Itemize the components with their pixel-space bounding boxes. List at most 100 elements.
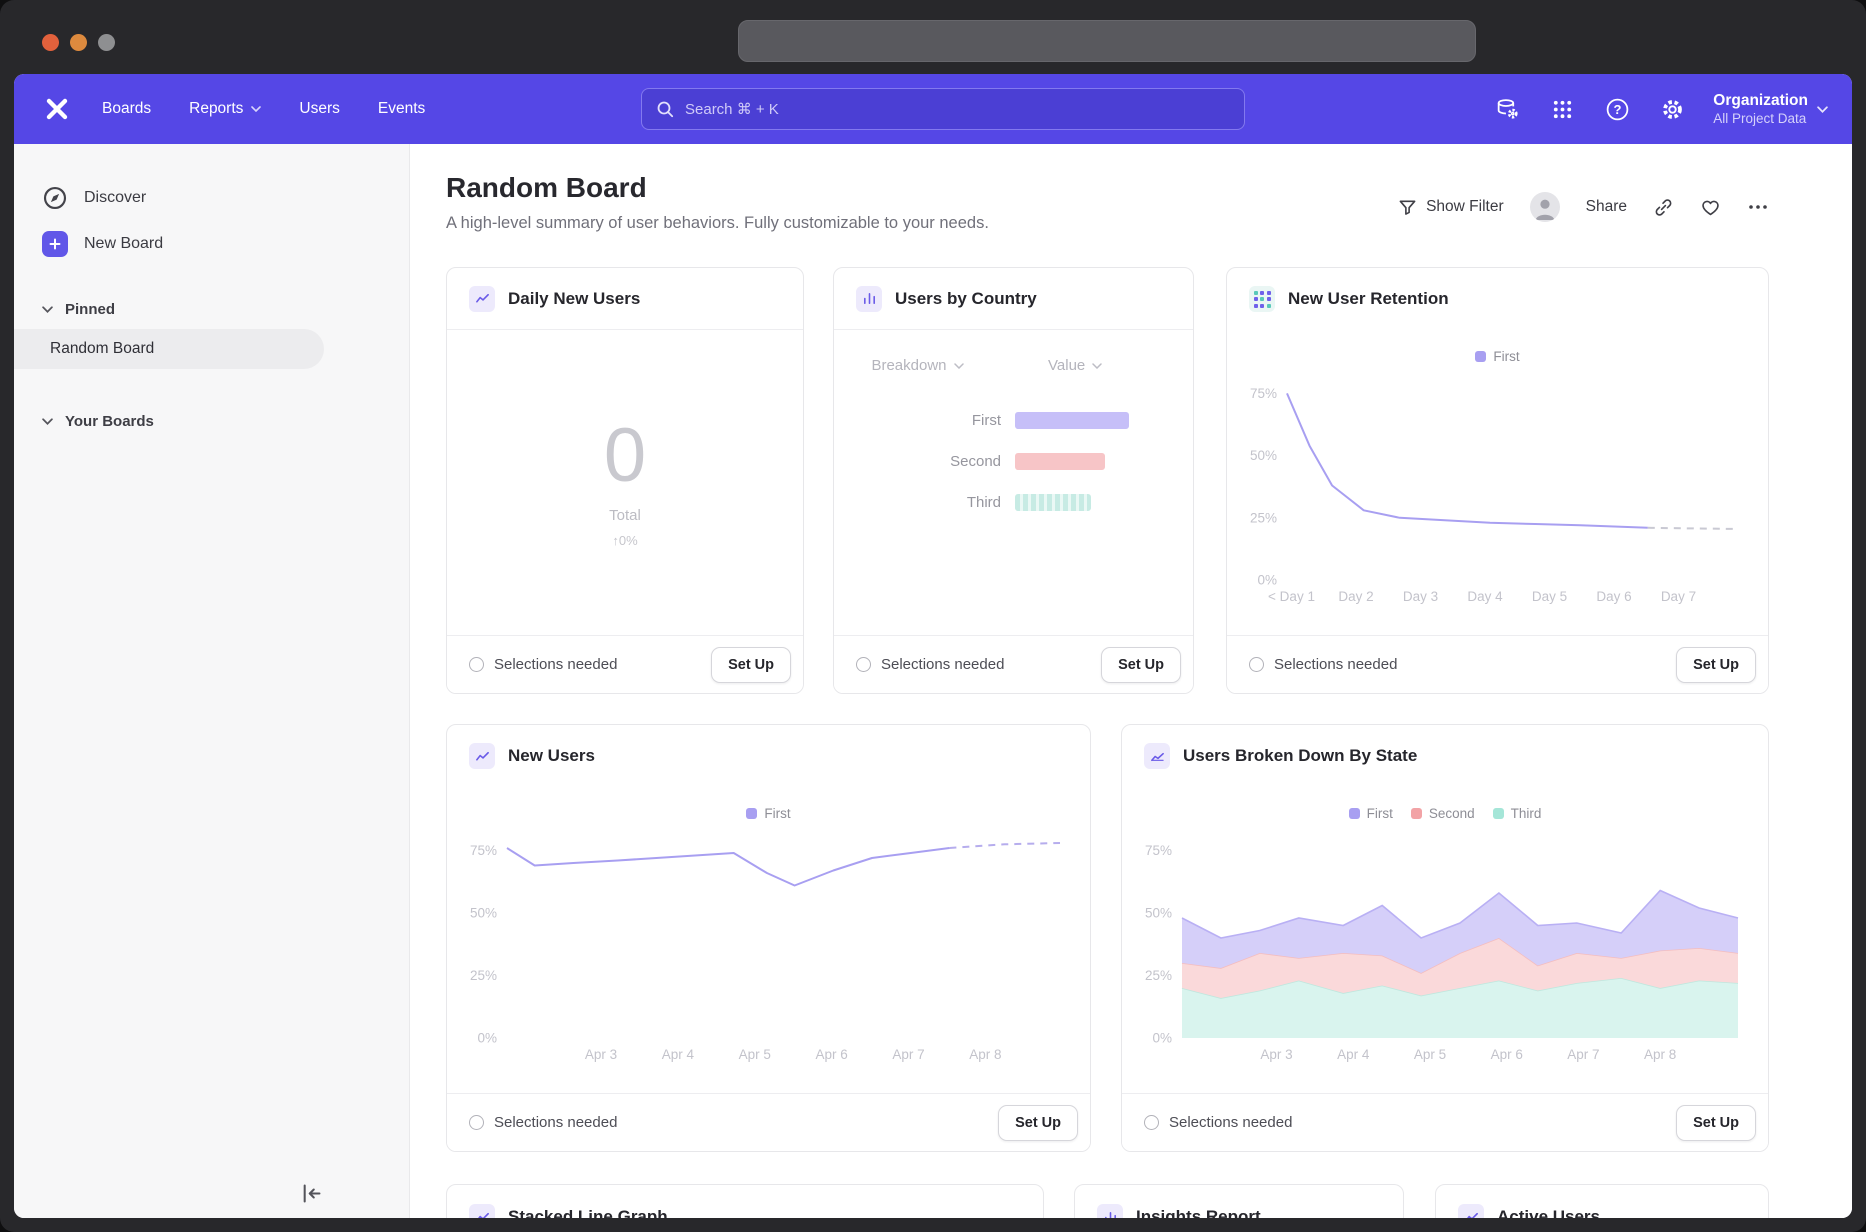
search-icon bbox=[656, 100, 674, 118]
link-icon bbox=[1653, 197, 1674, 218]
nav-item-label: Events bbox=[378, 100, 425, 118]
sidebar-item-new-board[interactable]: New Board bbox=[14, 221, 409, 267]
help-icon[interactable]: ? bbox=[1603, 95, 1631, 123]
svg-text:Apr 3: Apr 3 bbox=[585, 1047, 617, 1062]
status-circle-icon bbox=[1249, 657, 1264, 672]
card-title: Users Broken Down By State bbox=[1183, 746, 1417, 766]
breakdown-dropdown[interactable]: Breakdown bbox=[834, 357, 1001, 374]
card-title: New User Retention bbox=[1288, 289, 1449, 309]
svg-text:50%: 50% bbox=[470, 906, 497, 921]
value-dropdown[interactable]: Value bbox=[1048, 357, 1102, 374]
status-circle-icon bbox=[469, 657, 484, 672]
card-active-users: Active Users bbox=[1435, 1184, 1769, 1218]
legend-item-first[interactable]: First bbox=[1475, 349, 1519, 364]
setup-button[interactable]: Set Up bbox=[1101, 647, 1181, 683]
breakdown-row-second: Second bbox=[834, 453, 1193, 470]
svg-text:Apr 3: Apr 3 bbox=[1260, 1047, 1292, 1062]
card-header: Stacked Line Graph bbox=[447, 1185, 1043, 1218]
minimize-window-button[interactable] bbox=[70, 34, 87, 51]
url-bar[interactable] bbox=[738, 20, 1476, 62]
data-settings-icon[interactable] bbox=[1493, 95, 1521, 123]
browser-window: Boards Reports Users Events bbox=[0, 0, 1866, 1232]
mixpanel-logo-icon[interactable] bbox=[44, 96, 70, 122]
svg-text:Day 5: Day 5 bbox=[1532, 589, 1567, 604]
legend-label: First bbox=[1367, 806, 1393, 821]
apps-grid-icon[interactable] bbox=[1548, 95, 1576, 123]
sidebar-item-discover[interactable]: Discover bbox=[14, 175, 409, 221]
legend-item-second[interactable]: Second bbox=[1411, 806, 1475, 821]
setup-button[interactable]: Set Up bbox=[1676, 1105, 1756, 1141]
heart-icon bbox=[1700, 197, 1721, 218]
card-title: Insights Report bbox=[1136, 1207, 1261, 1218]
legend-swatch-icon bbox=[1411, 808, 1422, 819]
chevron-down-icon bbox=[1817, 106, 1828, 113]
value-dropdown-label: Value bbox=[1048, 357, 1085, 374]
top-navbar: Boards Reports Users Events bbox=[14, 74, 1852, 144]
bar-chart-icon bbox=[856, 286, 882, 312]
state-breakdown-chart: 75%50%25%0%Apr 3Apr 4Apr 5Apr 6Apr 7Apr … bbox=[1128, 832, 1758, 1068]
avatar[interactable] bbox=[1530, 192, 1560, 222]
breakdown-body: Breakdown Value FirstSecondThird bbox=[834, 331, 1193, 634]
legend-item-third[interactable]: Third bbox=[1493, 806, 1542, 821]
collapse-sidebar-icon bbox=[299, 1181, 324, 1206]
sidebar-item-random-board[interactable]: Random Board bbox=[14, 329, 324, 369]
setup-button[interactable]: Set Up bbox=[998, 1105, 1078, 1141]
svg-text:Apr 7: Apr 7 bbox=[1567, 1047, 1599, 1062]
card-header: Users Broken Down By State bbox=[1122, 725, 1768, 787]
setup-button[interactable]: Set Up bbox=[711, 647, 791, 683]
insights-chart-icon bbox=[1097, 1204, 1123, 1218]
show-filter-button[interactable]: Show Filter bbox=[1398, 198, 1504, 217]
global-search bbox=[641, 88, 1245, 130]
search-input[interactable] bbox=[685, 101, 1230, 118]
copy-link-button[interactable] bbox=[1653, 197, 1674, 218]
card-users-by-country: Users by Country Breakdown Value FirstSe bbox=[833, 267, 1194, 694]
setup-button[interactable]: Set Up bbox=[1676, 647, 1756, 683]
svg-text:Apr 5: Apr 5 bbox=[739, 1047, 771, 1062]
section-label: Pinned bbox=[65, 301, 115, 318]
sidebar-section-pinned[interactable]: Pinned bbox=[14, 289, 409, 329]
value-bar bbox=[1015, 453, 1105, 470]
selections-status: Selections needed bbox=[1274, 656, 1397, 673]
selections-status: Selections needed bbox=[494, 1114, 617, 1131]
svg-text:Apr 8: Apr 8 bbox=[969, 1047, 1001, 1062]
nav-item-reports[interactable]: Reports bbox=[189, 100, 261, 118]
collapse-sidebar-button[interactable] bbox=[296, 1178, 326, 1208]
selections-status: Selections needed bbox=[881, 656, 1004, 673]
svg-text:Day 7: Day 7 bbox=[1661, 589, 1696, 604]
sidebar-section-your-boards[interactable]: Your Boards bbox=[14, 401, 409, 441]
svg-text:?: ? bbox=[1613, 102, 1621, 117]
card-title: Users by Country bbox=[895, 289, 1037, 309]
titlebar bbox=[0, 0, 1866, 74]
svg-text:Day 4: Day 4 bbox=[1467, 589, 1503, 604]
maximize-window-button[interactable] bbox=[98, 34, 115, 51]
favorite-button[interactable] bbox=[1700, 197, 1721, 218]
legend-item-first[interactable]: First bbox=[1349, 806, 1393, 821]
legend-item-first[interactable]: First bbox=[746, 806, 790, 821]
nav-item-events[interactable]: Events bbox=[378, 100, 425, 118]
app: Boards Reports Users Events bbox=[14, 74, 1852, 1218]
svg-text:25%: 25% bbox=[470, 968, 497, 983]
svg-text:Day 3: Day 3 bbox=[1403, 589, 1438, 604]
close-window-button[interactable] bbox=[42, 34, 59, 51]
chevron-down-icon bbox=[1092, 363, 1102, 369]
card-title: New Users bbox=[508, 746, 595, 766]
chart-body: First 75%50%25%0%< Day 1Day 2Day 3Day 4D… bbox=[1227, 331, 1768, 634]
card-title: Active Users bbox=[1497, 1207, 1600, 1218]
status-circle-icon bbox=[469, 1115, 484, 1130]
value-bar bbox=[1015, 494, 1091, 511]
page-title: Random Board bbox=[446, 172, 647, 204]
nav-item-boards[interactable]: Boards bbox=[102, 100, 151, 118]
card-new-users: New Users First 75%50%25%0%Apr 3Apr 4Apr… bbox=[446, 724, 1091, 1152]
retention-grid-icon bbox=[1249, 286, 1275, 312]
more-options-button[interactable] bbox=[1747, 196, 1769, 218]
settings-gear-icon[interactable] bbox=[1658, 95, 1686, 123]
new-users-chart: 75%50%25%0%Apr 3Apr 4Apr 5Apr 6Apr 7Apr … bbox=[453, 832, 1080, 1068]
org-switcher[interactable]: Organization All Project Data bbox=[1713, 91, 1828, 127]
share-button[interactable]: Share bbox=[1586, 198, 1627, 216]
nav-item-users[interactable]: Users bbox=[299, 100, 339, 118]
status-circle-icon bbox=[1144, 1115, 1159, 1130]
svg-text:Apr 4: Apr 4 bbox=[662, 1047, 695, 1062]
breakdown-category-label: Third bbox=[834, 494, 1001, 511]
card-header: Daily New Users bbox=[447, 268, 803, 330]
chevron-down-icon bbox=[251, 106, 261, 112]
